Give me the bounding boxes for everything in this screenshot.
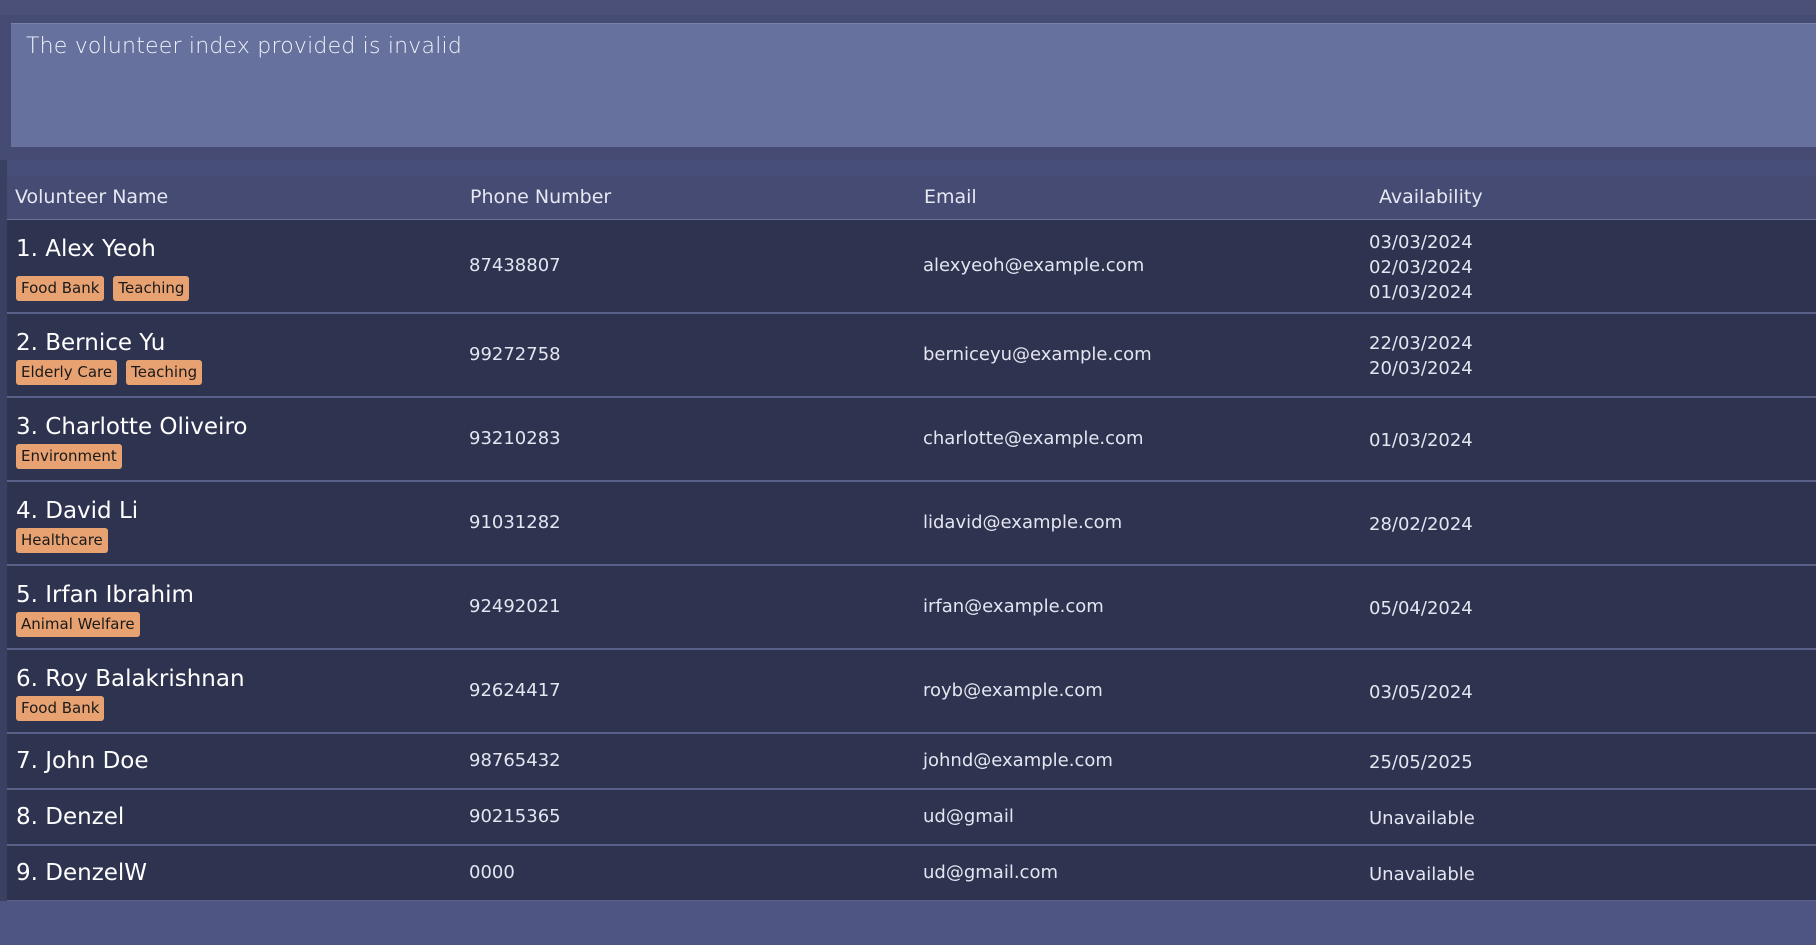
availability-date: 25/05/2025 bbox=[1369, 751, 1473, 773]
tag-badge: Animal Welfare bbox=[16, 612, 140, 637]
availability-date: 03/05/2024 bbox=[1369, 681, 1473, 703]
email-address: alexyeoh@example.com bbox=[923, 255, 1145, 276]
email-address: ud@gmail bbox=[923, 806, 1014, 827]
header-phone-number: Phone Number bbox=[470, 186, 612, 208]
header-email: Email bbox=[924, 186, 977, 208]
top-strip bbox=[0, 0, 1816, 15]
tag-badge: Environment bbox=[16, 444, 122, 469]
availability-date: 01/03/2024 bbox=[1369, 281, 1473, 303]
volunteer-name: 8. Denzel bbox=[16, 804, 125, 830]
header-availability: Availability bbox=[1379, 186, 1483, 208]
volunteer-name: 2. Bernice Yu bbox=[16, 330, 166, 356]
result-message: The volunteer index provided is invalid bbox=[26, 34, 462, 59]
email-address: ud@gmail.com bbox=[923, 862, 1058, 883]
table-row[interactable]: 1. Alex Yeoh Food Bank Teaching 87438807 ale… bbox=[7, 220, 1816, 314]
email-address: berniceyu@example.com bbox=[923, 344, 1152, 365]
tag-list: Food Bank Teaching bbox=[16, 276, 190, 301]
availability-date: Unavailable bbox=[1369, 807, 1475, 829]
phone-number: 99272758 bbox=[469, 344, 561, 365]
volunteer-list-panel[interactable]: Volunteer Name Phone Number Email Availa… bbox=[7, 176, 1816, 902]
email-address: johnd@example.com bbox=[923, 750, 1113, 771]
table-row[interactable]: 7. John Doe 98765432 johnd@example.com 25/0… bbox=[7, 734, 1816, 790]
tag-badge: Teaching bbox=[113, 276, 190, 301]
phone-number: 0000 bbox=[469, 862, 515, 883]
volunteer-name: 1. Alex Yeoh bbox=[16, 236, 156, 262]
tag-list: Food Bank bbox=[16, 696, 105, 721]
tag-badge: Healthcare bbox=[16, 528, 108, 553]
phone-number: 91031282 bbox=[469, 512, 561, 533]
table-row[interactable]: 9. DenzelW 0000 ud@gmail.com Unavailable bbox=[7, 846, 1816, 902]
status-bar bbox=[0, 901, 1816, 945]
result-display[interactable]: The volunteer index provided is invalid bbox=[11, 23, 1816, 147]
tag-list: Animal Welfare bbox=[16, 612, 140, 637]
table-row[interactable]: 8. Denzel 90215365 ud@gmail Unavailable bbox=[7, 790, 1816, 846]
availability-date: 01/03/2024 bbox=[1369, 429, 1473, 451]
volunteer-name: 7. John Doe bbox=[16, 748, 149, 774]
availability-list: 22/03/2024 20/03/2024 bbox=[1369, 331, 1473, 381]
phone-number: 87438807 bbox=[469, 255, 561, 276]
availability-list: 03/03/2024 02/03/2024 01/03/2024 bbox=[1369, 230, 1473, 305]
volunteer-name: 3. Charlotte Oliveiro bbox=[16, 414, 248, 440]
tag-list: Elderly Care Teaching bbox=[16, 360, 203, 385]
email-address: royb@example.com bbox=[923, 680, 1103, 701]
email-address: charlotte@example.com bbox=[923, 428, 1144, 449]
availability-list: Unavailable bbox=[1369, 862, 1475, 887]
availability-list: 05/04/2024 bbox=[1369, 596, 1473, 621]
tag-list: Environment bbox=[16, 444, 122, 469]
email-address: lidavid@example.com bbox=[923, 512, 1123, 533]
tag-list: Healthcare bbox=[16, 528, 108, 553]
volunteer-name: 9. DenzelW bbox=[16, 860, 148, 886]
tag-badge: Food Bank bbox=[16, 276, 105, 301]
availability-date: 22/03/2024 bbox=[1369, 333, 1473, 354]
phone-number: 92624417 bbox=[469, 680, 561, 701]
table-row[interactable]: 4. David Li Healthcare 91031282 lidavid@exa… bbox=[7, 482, 1816, 566]
volunteer-name: 6. Roy Balakrishnan bbox=[16, 666, 245, 692]
volunteer-name: 5. Irfan Ibrahim bbox=[16, 582, 194, 608]
table-row[interactable]: 5. Irfan Ibrahim Animal Welfare 92492021 ir… bbox=[7, 566, 1816, 650]
app-window: The volunteer index provided is invalid … bbox=[0, 0, 1816, 945]
availability-date: 02/03/2024 bbox=[1369, 256, 1473, 278]
phone-number: 93210283 bbox=[469, 428, 561, 449]
availability-date: 03/03/2024 bbox=[1369, 231, 1473, 253]
volunteer-rows: 1. Alex Yeoh Food Bank Teaching 87438807 ale… bbox=[7, 220, 1816, 902]
phone-number: 98765432 bbox=[469, 750, 561, 771]
availability-date: Unavailable bbox=[1369, 863, 1475, 885]
left-edge bbox=[0, 160, 7, 945]
availability-date: 05/04/2024 bbox=[1369, 597, 1473, 619]
tag-badge: Teaching bbox=[126, 360, 203, 385]
volunteer-name: 4. David Li bbox=[16, 498, 139, 524]
availability-list: 28/02/2024 bbox=[1369, 512, 1473, 537]
availability-list: 03/05/2024 bbox=[1369, 680, 1473, 705]
availability-list: 01/03/2024 bbox=[1369, 428, 1473, 453]
result-display-container: The volunteer index provided is invalid bbox=[0, 15, 1816, 160]
availability-list: 25/05/2025 bbox=[1369, 750, 1473, 775]
table-row[interactable]: 6. Roy Balakrishnan Food Bank 92624417 royb… bbox=[7, 650, 1816, 734]
phone-number: 90215365 bbox=[469, 806, 561, 827]
availability-date: 20/03/2024 bbox=[1369, 358, 1473, 379]
header-volunteer-name: Volunteer Name bbox=[15, 186, 169, 208]
email-address: irfan@example.com bbox=[923, 596, 1104, 617]
table-header: Volunteer Name Phone Number Email Availa… bbox=[7, 176, 1816, 220]
tag-badge: Food Bank bbox=[16, 696, 105, 721]
table-row[interactable]: 3. Charlotte Oliveiro Environment 93210283… bbox=[7, 398, 1816, 482]
table-row[interactable]: 2. Bernice Yu Elderly Care Teaching 9927275… bbox=[7, 314, 1816, 398]
phone-number: 92492021 bbox=[469, 596, 561, 617]
tag-badge: Elderly Care bbox=[16, 360, 118, 385]
availability-date: 28/02/2024 bbox=[1369, 513, 1473, 535]
availability-list: Unavailable bbox=[1369, 806, 1475, 831]
